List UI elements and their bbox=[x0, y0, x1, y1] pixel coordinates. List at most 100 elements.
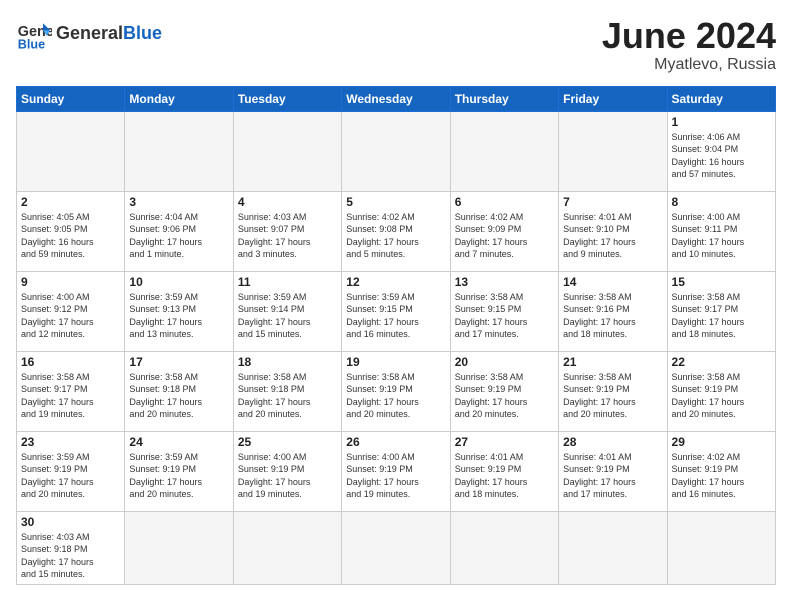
calendar-cell bbox=[342, 511, 450, 584]
calendar-cell bbox=[233, 111, 341, 191]
day-info: Sunrise: 4:06 AM Sunset: 9:04 PM Dayligh… bbox=[672, 131, 771, 181]
day-number: 1 bbox=[672, 115, 771, 129]
calendar-cell bbox=[559, 511, 667, 584]
logo-icon: General Blue bbox=[16, 16, 52, 52]
day-number: 9 bbox=[21, 275, 120, 289]
weekday-header-tuesday: Tuesday bbox=[233, 86, 341, 111]
month-title: June 2024 bbox=[602, 16, 776, 56]
calendar-week-4: 23Sunrise: 3:59 AM Sunset: 9:19 PM Dayli… bbox=[17, 431, 776, 511]
day-info: Sunrise: 4:02 AM Sunset: 9:08 PM Dayligh… bbox=[346, 211, 445, 261]
day-number: 13 bbox=[455, 275, 554, 289]
weekday-header-thursday: Thursday bbox=[450, 86, 558, 111]
calendar-cell bbox=[17, 111, 125, 191]
calendar-cell: 29Sunrise: 4:02 AM Sunset: 9:19 PM Dayli… bbox=[667, 431, 775, 511]
logo-text: GeneralBlue bbox=[56, 24, 162, 44]
day-info: Sunrise: 4:03 AM Sunset: 9:07 PM Dayligh… bbox=[238, 211, 337, 261]
day-info: Sunrise: 3:59 AM Sunset: 9:13 PM Dayligh… bbox=[129, 291, 228, 341]
day-info: Sunrise: 4:04 AM Sunset: 9:06 PM Dayligh… bbox=[129, 211, 228, 261]
day-number: 14 bbox=[563, 275, 662, 289]
day-number: 7 bbox=[563, 195, 662, 209]
svg-text:Blue: Blue bbox=[18, 37, 45, 51]
calendar-cell bbox=[559, 111, 667, 191]
calendar-cell: 2 Sunrise: 4:05 AM Sunset: 9:05 PM Daylig… bbox=[17, 191, 125, 271]
calendar-cell bbox=[450, 511, 558, 584]
calendar-cell: 28 Sunrise: 4:01 AM Sunset: 9:19 PM Dayli… bbox=[559, 431, 667, 511]
day-info: Sunrise: 3:58 AM Sunset: 9:18 PM Dayligh… bbox=[238, 371, 337, 421]
day-info: Sunrise: 4:00 AM Sunset: 9:19 PM Dayligh… bbox=[238, 451, 337, 501]
calendar-cell: 9 Sunrise: 4:00 AM Sunset: 9:12 PM Daylig… bbox=[17, 271, 125, 351]
day-number: 11 bbox=[238, 275, 337, 289]
day-info: Sunrise: 4:01 AM Sunset: 9:10 PM Dayligh… bbox=[563, 211, 662, 261]
calendar-cell bbox=[342, 111, 450, 191]
calendar-week-5: 30Sunrise: 4:03 AM Sunset: 9:18 PM Dayli… bbox=[17, 511, 776, 584]
day-number: 15 bbox=[672, 275, 771, 289]
day-info: Sunrise: 3:58 AM Sunset: 9:17 PM Dayligh… bbox=[672, 291, 771, 341]
weekday-header-monday: Monday bbox=[125, 86, 233, 111]
calendar-cell: 23Sunrise: 3:59 AM Sunset: 9:19 PM Dayli… bbox=[17, 431, 125, 511]
calendar-cell bbox=[667, 511, 775, 584]
day-number: 12 bbox=[346, 275, 445, 289]
day-number: 25 bbox=[238, 435, 337, 449]
day-number: 3 bbox=[129, 195, 228, 209]
calendar-cell: 10 Sunrise: 3:59 AM Sunset: 9:13 PM Dayli… bbox=[125, 271, 233, 351]
day-number: 10 bbox=[129, 275, 228, 289]
day-number: 30 bbox=[21, 515, 120, 529]
calendar-cell: 13Sunrise: 3:58 AM Sunset: 9:15 PM Dayli… bbox=[450, 271, 558, 351]
day-info: Sunrise: 3:59 AM Sunset: 9:19 PM Dayligh… bbox=[129, 451, 228, 501]
calendar-cell: 24 Sunrise: 3:59 AM Sunset: 9:19 PM Dayli… bbox=[125, 431, 233, 511]
day-number: 6 bbox=[455, 195, 554, 209]
day-info: Sunrise: 3:58 AM Sunset: 9:19 PM Dayligh… bbox=[672, 371, 771, 421]
calendar-cell: 12Sunrise: 3:59 AM Sunset: 9:15 PM Dayli… bbox=[342, 271, 450, 351]
day-number: 2 bbox=[21, 195, 120, 209]
logo: General Blue GeneralBlue bbox=[16, 16, 162, 52]
weekday-header-saturday: Saturday bbox=[667, 86, 775, 111]
day-number: 21 bbox=[563, 355, 662, 369]
weekday-header-wednesday: Wednesday bbox=[342, 86, 450, 111]
calendar-cell: 22Sunrise: 3:58 AM Sunset: 9:19 PM Dayli… bbox=[667, 351, 775, 431]
calendar-cell: 8Sunrise: 4:00 AM Sunset: 9:11 PM Daylig… bbox=[667, 191, 775, 271]
calendar-cell bbox=[233, 511, 341, 584]
calendar-cell: 19 Sunrise: 3:58 AM Sunset: 9:19 PM Dayli… bbox=[342, 351, 450, 431]
day-number: 17 bbox=[129, 355, 228, 369]
day-number: 20 bbox=[455, 355, 554, 369]
day-number: 4 bbox=[238, 195, 337, 209]
weekday-header-sunday: Sunday bbox=[17, 86, 125, 111]
calendar-cell: 11Sunrise: 3:59 AM Sunset: 9:14 PM Dayli… bbox=[233, 271, 341, 351]
day-info: Sunrise: 3:58 AM Sunset: 9:19 PM Dayligh… bbox=[346, 371, 445, 421]
calendar-cell: 6Sunrise: 4:02 AM Sunset: 9:09 PM Daylig… bbox=[450, 191, 558, 271]
calendar-cell: 14Sunrise: 3:58 AM Sunset: 9:16 PM Dayli… bbox=[559, 271, 667, 351]
day-info: Sunrise: 4:02 AM Sunset: 9:19 PM Dayligh… bbox=[672, 451, 771, 501]
calendar-cell bbox=[125, 111, 233, 191]
calendar-week-0: 1 Sunrise: 4:06 AM Sunset: 9:04 PM Daylig… bbox=[17, 111, 776, 191]
day-info: Sunrise: 3:58 AM Sunset: 9:19 PM Dayligh… bbox=[563, 371, 662, 421]
day-info: Sunrise: 4:01 AM Sunset: 9:19 PM Dayligh… bbox=[455, 451, 554, 501]
location-title: Myatlevo, Russia bbox=[602, 56, 776, 74]
day-number: 24 bbox=[129, 435, 228, 449]
calendar-cell: 7 Sunrise: 4:01 AM Sunset: 9:10 PM Daylig… bbox=[559, 191, 667, 271]
calendar-cell: 18 Sunrise: 3:58 AM Sunset: 9:18 PM Dayli… bbox=[233, 351, 341, 431]
day-number: 8 bbox=[672, 195, 771, 209]
calendar-cell: 5Sunrise: 4:02 AM Sunset: 9:08 PM Daylig… bbox=[342, 191, 450, 271]
calendar-cell: 15 Sunrise: 3:58 AM Sunset: 9:17 PM Dayli… bbox=[667, 271, 775, 351]
day-number: 18 bbox=[238, 355, 337, 369]
page-header: General Blue GeneralBlue June 2024 Myatl… bbox=[16, 16, 776, 74]
day-info: Sunrise: 3:59 AM Sunset: 9:19 PM Dayligh… bbox=[21, 451, 120, 501]
day-number: 19 bbox=[346, 355, 445, 369]
calendar-cell: 26 Sunrise: 4:00 AM Sunset: 9:19 PM Dayli… bbox=[342, 431, 450, 511]
calendar-cell bbox=[450, 111, 558, 191]
day-info: Sunrise: 4:01 AM Sunset: 9:19 PM Dayligh… bbox=[563, 451, 662, 501]
day-info: Sunrise: 4:00 AM Sunset: 9:19 PM Dayligh… bbox=[346, 451, 445, 501]
day-info: Sunrise: 3:58 AM Sunset: 9:17 PM Dayligh… bbox=[21, 371, 120, 421]
calendar-cell: 27Sunrise: 4:01 AM Sunset: 9:19 PM Dayli… bbox=[450, 431, 558, 511]
day-number: 26 bbox=[346, 435, 445, 449]
weekday-header-row: SundayMondayTuesdayWednesdayThursdayFrid… bbox=[17, 86, 776, 111]
calendar-cell: 16Sunrise: 3:58 AM Sunset: 9:17 PM Dayli… bbox=[17, 351, 125, 431]
day-number: 28 bbox=[563, 435, 662, 449]
logo-blue: Blue bbox=[123, 23, 162, 43]
calendar-week-2: 9 Sunrise: 4:00 AM Sunset: 9:12 PM Daylig… bbox=[17, 271, 776, 351]
logo-general: General bbox=[56, 23, 123, 43]
calendar-week-3: 16Sunrise: 3:58 AM Sunset: 9:17 PM Dayli… bbox=[17, 351, 776, 431]
day-info: Sunrise: 4:05 AM Sunset: 9:05 PM Dayligh… bbox=[21, 211, 120, 261]
calendar-cell: 25 Sunrise: 4:00 AM Sunset: 9:19 PM Dayli… bbox=[233, 431, 341, 511]
day-info: Sunrise: 4:00 AM Sunset: 9:12 PM Dayligh… bbox=[21, 291, 120, 341]
